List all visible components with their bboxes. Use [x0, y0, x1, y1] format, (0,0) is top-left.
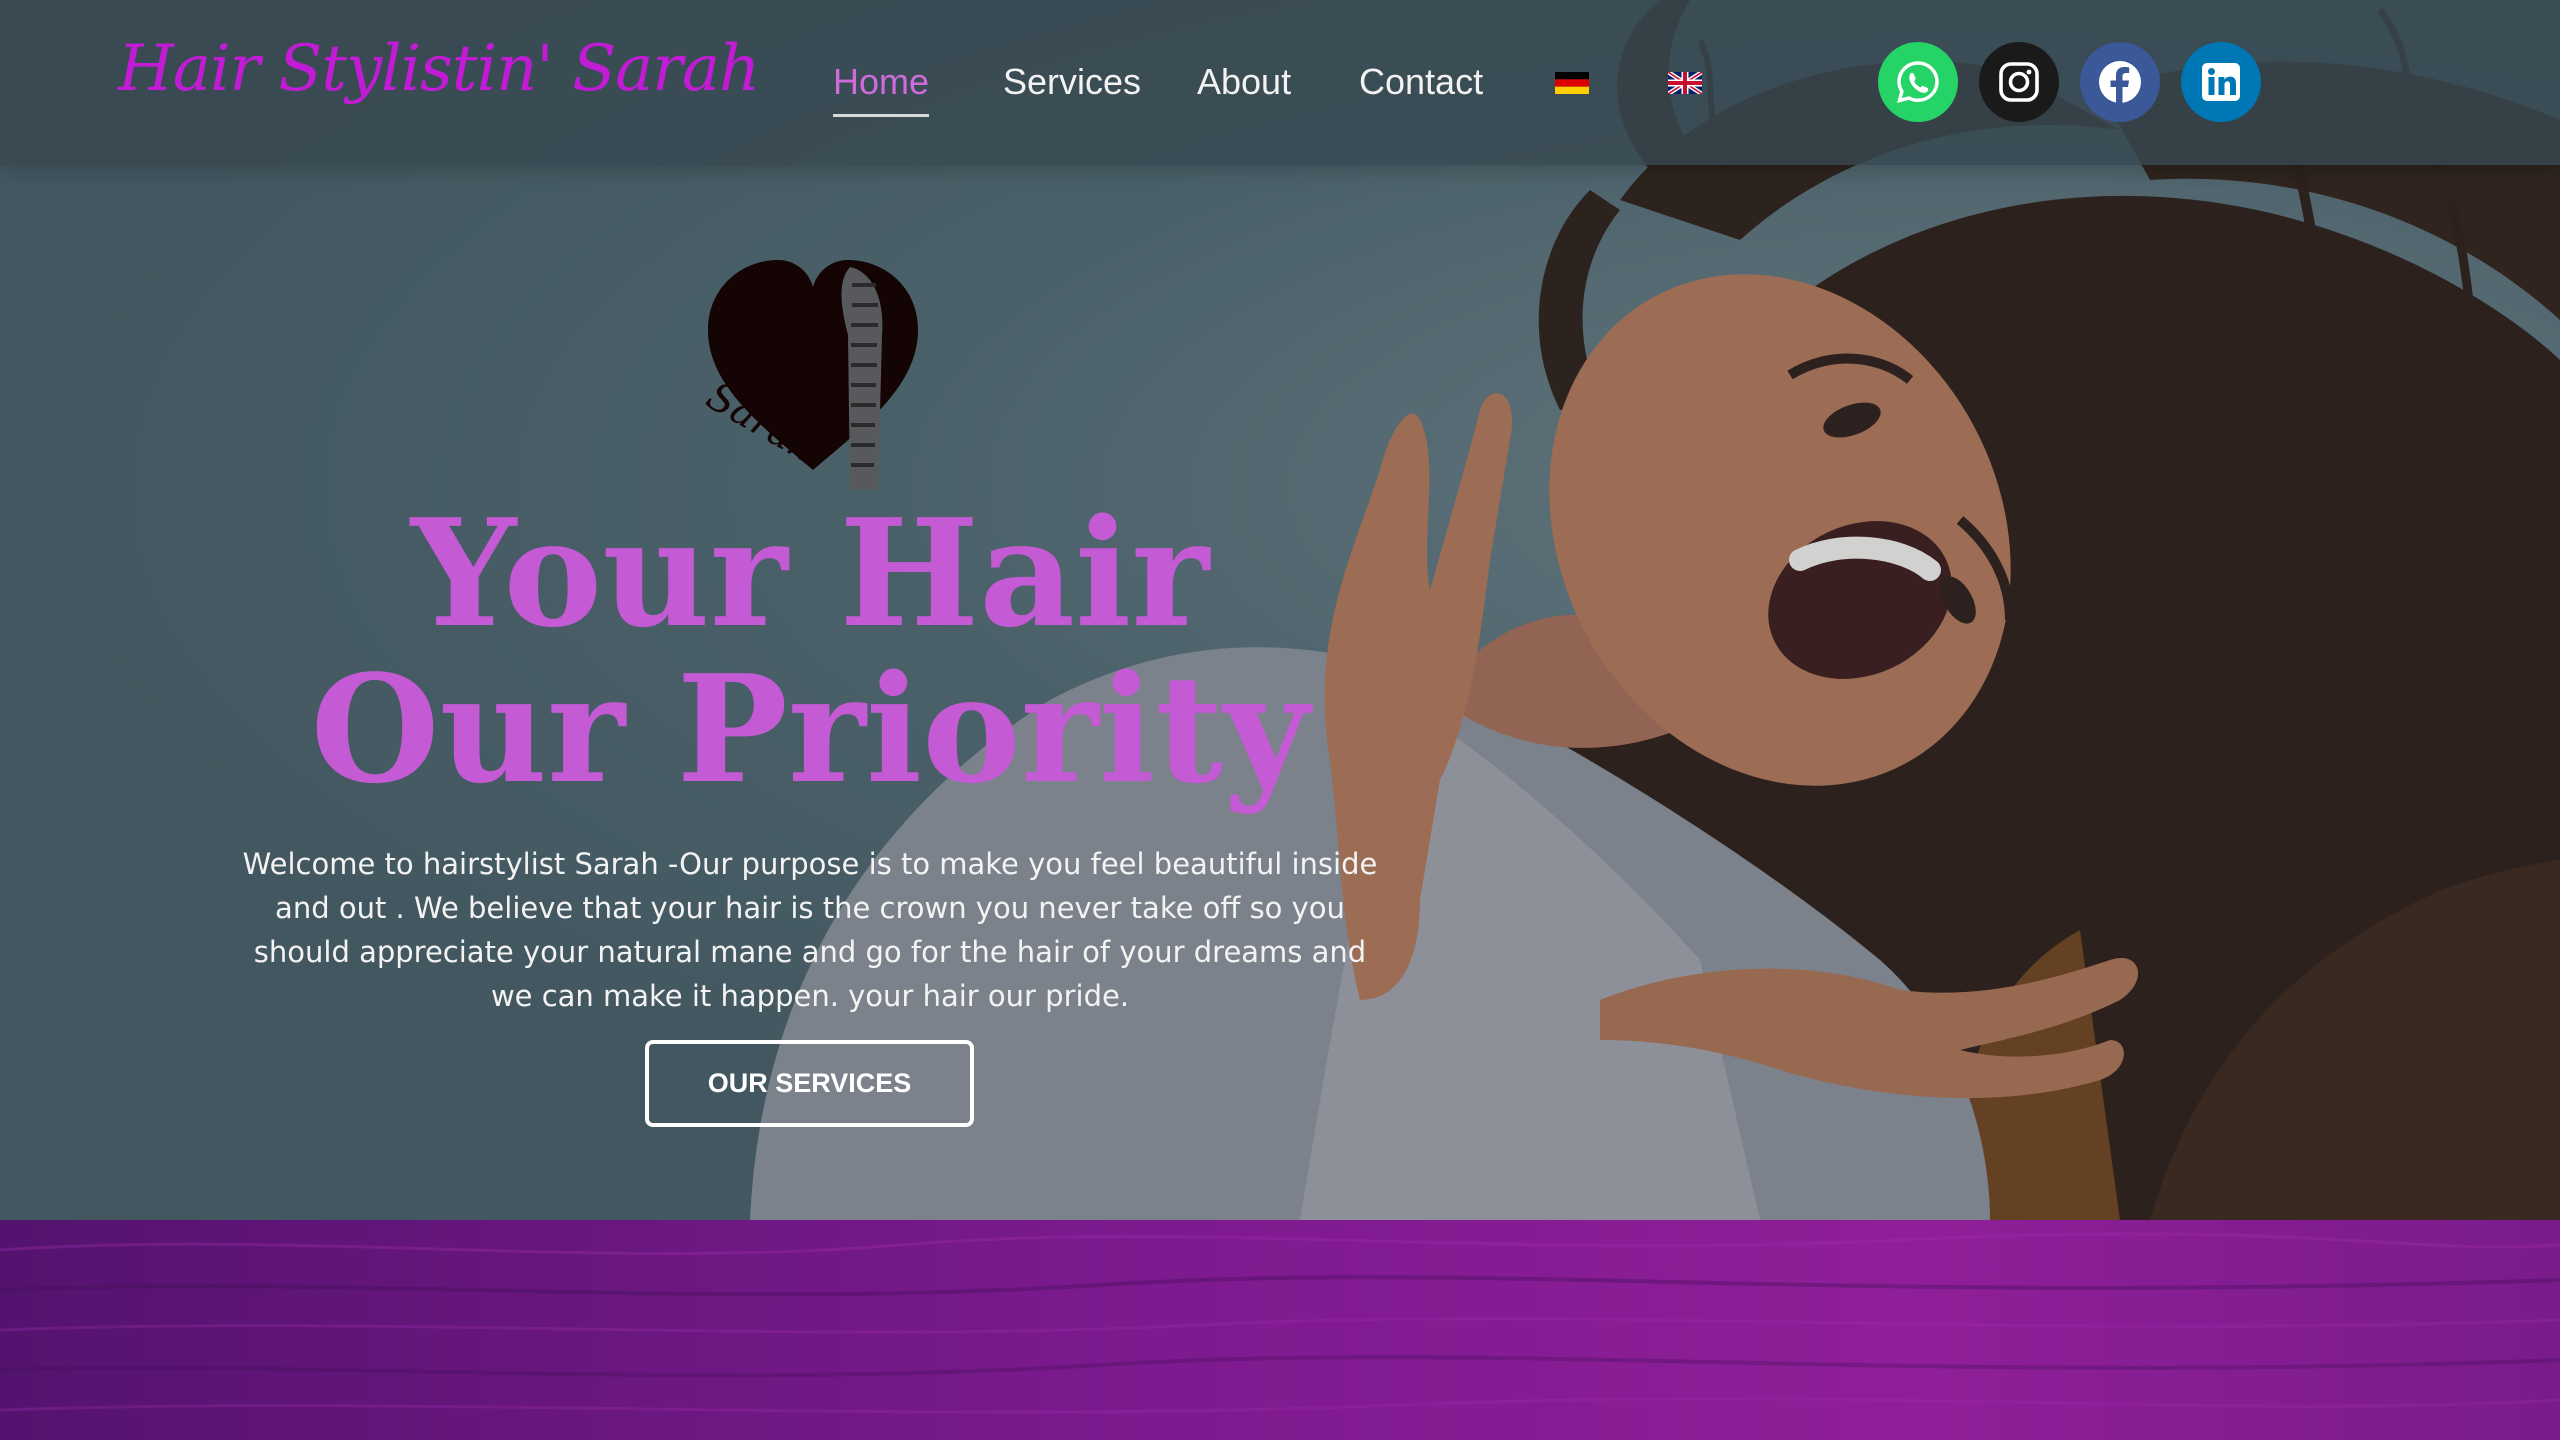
hero-headline: Your Hair Our Priority — [150, 495, 1470, 807]
uk-flag-icon[interactable] — [1668, 72, 1702, 94]
nav-home[interactable]: Home — [833, 50, 930, 117]
purple-texture — [0, 1232, 2560, 1414]
facebook-button[interactable] — [2080, 42, 2160, 122]
linkedin-button[interactable] — [2181, 42, 2261, 122]
brand-logo-text[interactable]: Hair Stylistin' Sarah — [118, 14, 760, 124]
hero-section: Sarah Your Hair Our Priority Welcome to … — [0, 0, 2560, 1220]
headline-line-1: Your Hair — [410, 486, 1210, 660]
sarah-heart-logo: Sarah — [700, 260, 918, 490]
instagram-button[interactable] — [1979, 42, 2059, 122]
whatsapp-icon — [1897, 61, 1939, 103]
hero-intro-text: Welcome to hairstylist Sarah -Our purpos… — [242, 847, 1378, 1013]
headline-line-2: Our Priority — [310, 642, 1310, 816]
nav-about[interactable]: About — [1197, 50, 1291, 114]
whatsapp-button[interactable] — [1878, 42, 1958, 122]
purple-textured-section — [0, 1220, 2560, 1440]
linkedin-icon — [2202, 63, 2240, 101]
instagram-icon — [1999, 62, 2039, 102]
site-header: Hair Stylistin' Sarah Home Services Abou… — [0, 0, 2560, 165]
our-services-button[interactable]: OUR SERVICES — [645, 1040, 974, 1127]
facebook-icon — [2099, 61, 2141, 103]
nav-services[interactable]: Services — [1003, 50, 1141, 114]
german-flag-icon[interactable] — [1555, 72, 1589, 94]
nav-contact[interactable]: Contact — [1359, 50, 1483, 114]
